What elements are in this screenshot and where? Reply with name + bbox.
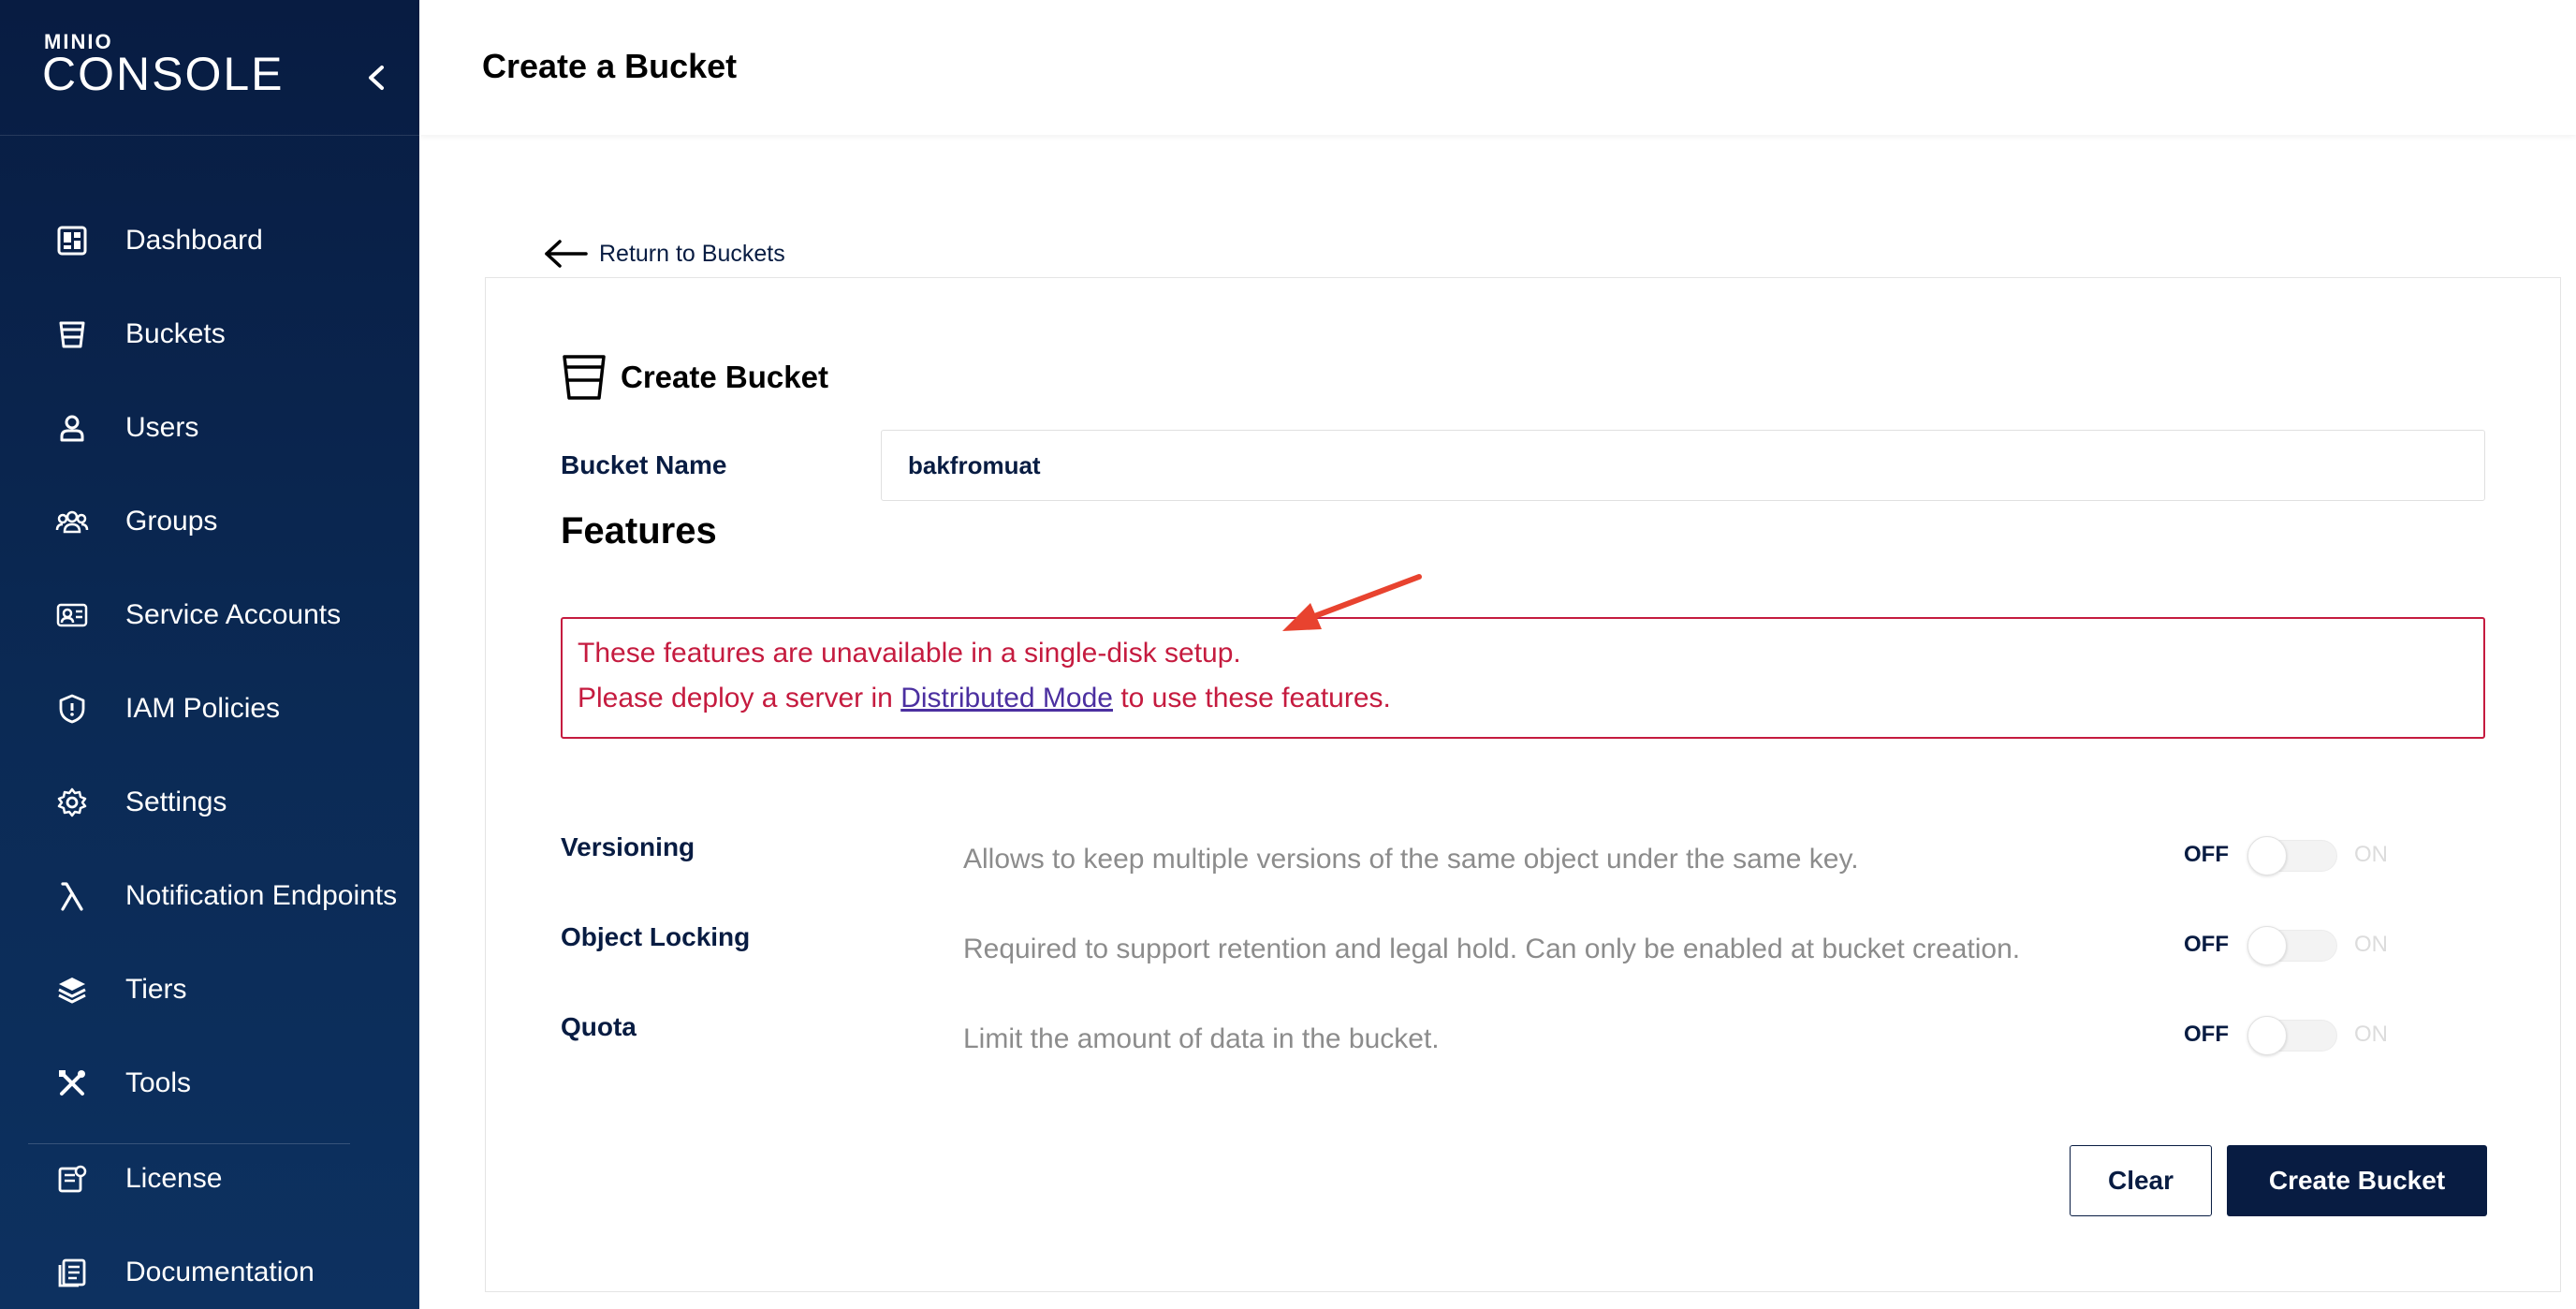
return-to-buckets-label: Return to Buckets: [599, 240, 785, 267]
page-title: Create a Bucket: [482, 47, 738, 85]
versioning-toggle-group: OFF ON: [2184, 832, 2388, 877]
toggle-off-label: OFF: [2184, 932, 2229, 957]
create-bucket-button[interactable]: Create Bucket: [2227, 1145, 2487, 1216]
sidebar-item-label: Buckets: [125, 318, 226, 349]
quota-description: Limit the amount of data in the bucket.: [963, 1023, 1440, 1054]
toggle-on-label: ON: [2354, 1022, 2388, 1047]
sidebar-item-label: Service Accounts: [125, 599, 342, 630]
sidebar-item-tiers[interactable]: Tiers: [0, 957, 419, 1022]
alert-line-1: These features are unavailable in a sing…: [578, 638, 1241, 669]
sidebar-divider: [28, 1143, 350, 1144]
toggle-off-label: OFF: [2184, 1022, 2229, 1047]
chevron-left-icon: [369, 66, 384, 90]
features-heading: Features: [561, 510, 717, 552]
switch-knob: [2247, 926, 2287, 965]
distributed-mode-link[interactable]: Distributed Mode: [900, 683, 1113, 713]
versioning-switch[interactable]: [2247, 832, 2337, 877]
sidebar-item-buckets[interactable]: Buckets: [0, 302, 419, 367]
create-bucket-card: Create Bucket Bucket Name Features These…: [485, 277, 2561, 1292]
switch-knob: [2247, 1016, 2287, 1055]
sidebar-item-label: Tools: [125, 1067, 192, 1098]
versioning-label: Versioning: [561, 832, 695, 861]
sidebar-item-label: Tiers: [125, 974, 187, 1005]
bucket-name-input[interactable]: [881, 430, 2485, 501]
toggle-on-label: ON: [2354, 932, 2388, 957]
sidebar-item-label: Dashboard: [125, 225, 263, 256]
bucket-icon: [563, 355, 606, 400]
user-icon: [54, 410, 90, 446]
card-title-text: Create Bucket: [621, 360, 828, 394]
sidebar: MINIO CONSOLE Dashboard Buckets Users Gr…: [0, 0, 419, 1309]
sidebar-item-service-accounts[interactable]: Service Accounts: [0, 582, 419, 648]
toggle-on-label: ON: [2354, 842, 2388, 867]
tools-icon: [54, 1066, 90, 1101]
logo-main-text: CONSOLE: [42, 48, 285, 100]
minio-console-logo[interactable]: MINIO CONSOLE: [42, 30, 287, 100]
dashboard-icon: [54, 223, 90, 258]
sidebar-item-iam-policies[interactable]: IAM Policies: [0, 676, 419, 742]
alert-line-2-suffix: to use these features.: [1120, 683, 1391, 713]
quota-toggle-group: OFF ON: [2184, 1012, 2388, 1057]
sidebar-item-dashboard[interactable]: Dashboard: [0, 208, 419, 273]
documentation-icon: [54, 1255, 90, 1290]
alert-line-2: Please deploy a server in Distributed Mo…: [578, 683, 1391, 714]
return-to-buckets-link[interactable]: Return to Buckets: [543, 238, 785, 270]
sidebar-item-groups[interactable]: Groups: [0, 489, 419, 554]
sidebar-item-label: Users: [125, 412, 199, 443]
sidebar-item-documentation[interactable]: Documentation: [0, 1240, 419, 1305]
sidebar-item-settings[interactable]: Settings: [0, 770, 419, 835]
quota-label: Quota: [561, 1012, 637, 1041]
switch-knob: [2247, 836, 2287, 875]
toggle-off-label: OFF: [2184, 842, 2229, 867]
object-locking-toggle-group: OFF ON: [2184, 922, 2388, 967]
object-locking-description: Required to support retention and legal …: [963, 934, 2021, 964]
sidebar-item-label: Groups: [125, 506, 218, 537]
single-disk-warning-alert: These features are unavailable in a sing…: [561, 617, 2485, 739]
alert-line-2-prefix: Please deploy a server in: [578, 683, 893, 713]
layers-icon: [54, 972, 90, 1007]
sidebar-divider: [0, 135, 419, 136]
quota-switch[interactable]: [2247, 1012, 2337, 1057]
sidebar-item-label: Notification Endpoints: [125, 880, 398, 911]
service-account-icon: [54, 597, 90, 633]
sidebar-item-users[interactable]: Users: [0, 395, 419, 461]
sidebar-item-tools[interactable]: Tools: [0, 1051, 419, 1116]
sidebar-item-label: IAM Policies: [125, 693, 281, 724]
bucket-icon: [54, 316, 90, 352]
annotation-arrow-icon: [1282, 574, 1422, 631]
sidebar-item-label: License: [125, 1163, 223, 1194]
versioning-description: Allows to keep multiple versions of the …: [963, 844, 1859, 875]
lambda-icon: [54, 878, 90, 914]
object-locking-switch[interactable]: [2247, 922, 2337, 967]
license-icon: [54, 1161, 90, 1197]
collapse-sidebar-button[interactable]: [359, 58, 393, 97]
sidebar-item-label: Settings: [125, 787, 227, 817]
clear-button[interactable]: Clear: [2070, 1145, 2212, 1216]
arrow-left-icon: [545, 240, 588, 268]
groups-icon: [54, 504, 90, 539]
bucket-name-label: Bucket Name: [561, 450, 727, 479]
gear-icon: [54, 785, 90, 820]
sidebar-item-label: Documentation: [125, 1257, 315, 1287]
sidebar-item-notification-endpoints[interactable]: Notification Endpoints: [0, 863, 419, 929]
card-title: Create Bucket: [561, 353, 828, 402]
page-header: Create a Bucket: [419, 0, 2576, 135]
shield-icon: [54, 691, 90, 727]
object-locking-label: Object Locking: [561, 922, 751, 951]
sidebar-item-license[interactable]: License: [0, 1146, 419, 1212]
